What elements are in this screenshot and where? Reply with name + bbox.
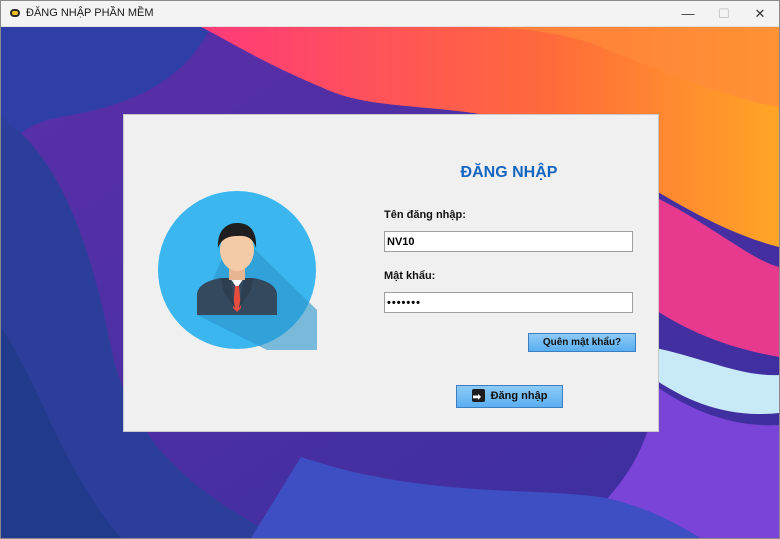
password-label: Mật khẩu:: [384, 270, 436, 282]
forgot-password-button[interactable]: Quên mật khẩu?: [528, 333, 636, 352]
username-label: Tên đăng nhập:: [384, 209, 466, 221]
close-button[interactable]: ✕: [741, 1, 779, 26]
minimize-button[interactable]: —: [669, 1, 707, 26]
login-button-label: Đăng nhập: [490, 390, 548, 402]
app-icon: [10, 9, 20, 17]
maximize-button[interactable]: ☐: [705, 1, 743, 26]
title-bar[interactable]: ĐĂNG NHẬP PHẦN MỀM — ☐ ✕: [1, 1, 779, 27]
username-input[interactable]: [384, 231, 633, 252]
app-window: ĐĂNG NHẬP PHẦN MỀM — ☐ ✕ ĐĂNG NHẬP Tên đ…: [0, 0, 780, 539]
user-avatar-icon: [157, 190, 317, 350]
login-panel: ĐĂNG NHẬP Tên đăng nhập: Mật khẩu: Quên …: [123, 114, 659, 432]
login-button[interactable]: Đăng nhập: [456, 385, 563, 408]
window-title: ĐĂNG NHẬP PHẦN MỀM: [26, 7, 154, 19]
login-arrow-icon: [471, 387, 485, 408]
login-heading: ĐĂNG NHẬP: [460, 164, 558, 181]
password-input[interactable]: [384, 292, 633, 313]
